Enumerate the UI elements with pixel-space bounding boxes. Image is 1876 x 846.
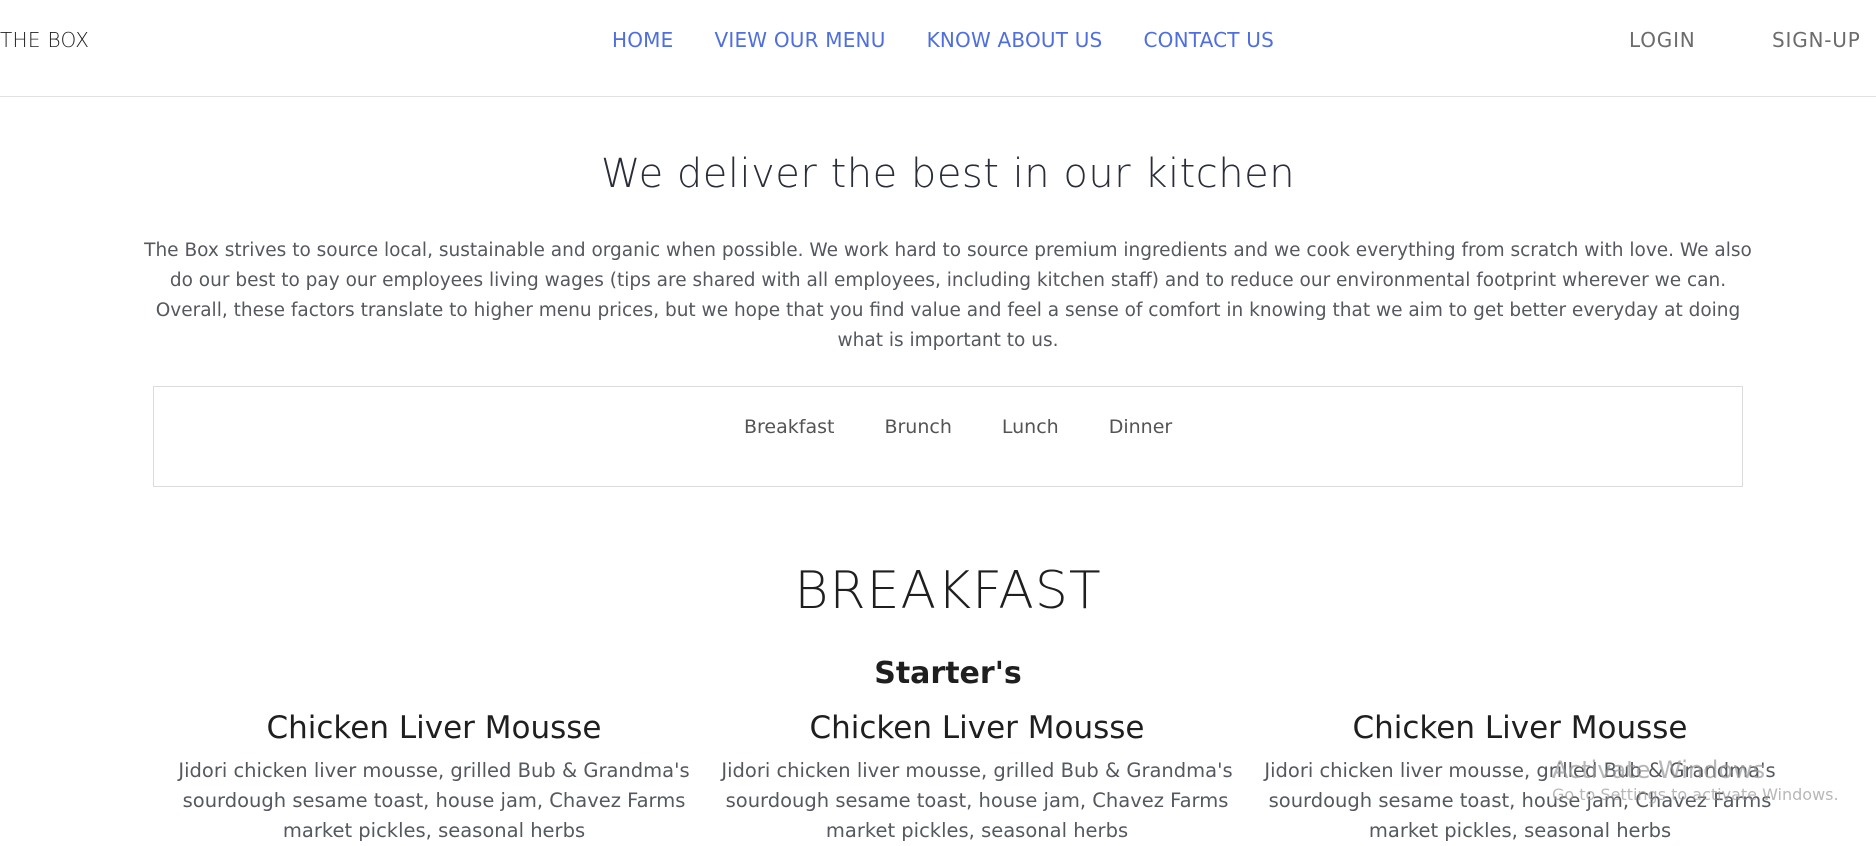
- subsection-title: Starter's: [874, 656, 1022, 691]
- tab-dinner[interactable]: Dinner: [1109, 416, 1173, 438]
- menu-tab-bar: Breakfast Brunch Lunch Dinner: [153, 386, 1743, 487]
- brand-logo[interactable]: THE BOX: [0, 28, 89, 52]
- section-title: BREAKFAST: [794, 561, 1102, 622]
- dish-description: Jidori chicken liver mousse, grilled Bub…: [178, 759, 690, 842]
- nav-contact-link[interactable]: CONTACT US: [1143, 28, 1274, 52]
- tab-breakfast[interactable]: Breakfast: [744, 416, 834, 438]
- signup-link[interactable]: SIGN-UP: [1772, 28, 1861, 52]
- dish-name: Chicken Liver Mousse: [266, 710, 602, 746]
- navbar: THE BOX HOME VIEW OUR MENU KNOW ABOUT US…: [0, 0, 1876, 97]
- dish-description: Jidori chicken liver mousse, grilled Bub…: [721, 759, 1233, 842]
- page-headline: We deliver the best in our kitchen: [600, 150, 1296, 197]
- dish-card: Chicken Liver Mousse Jidori chicken live…: [717, 710, 1237, 846]
- tab-brunch[interactable]: Brunch: [884, 416, 951, 438]
- nav-about-link[interactable]: KNOW ABOUT US: [927, 28, 1103, 52]
- dish-name: Chicken Liver Mousse: [809, 710, 1145, 746]
- main-nav: HOME VIEW OUR MENU KNOW ABOUT US CONTACT…: [612, 28, 1274, 52]
- menu-tab-list: Breakfast Brunch Lunch Dinner: [744, 416, 1172, 438]
- dish-card: Chicken Liver Mousse Jidori chicken live…: [1260, 710, 1780, 846]
- intro-paragraph: The Box strives to source local, sustain…: [144, 239, 1752, 351]
- dish-name: Chicken Liver Mousse: [1352, 710, 1688, 746]
- tab-lunch[interactable]: Lunch: [1002, 416, 1059, 438]
- nav-home-link[interactable]: HOME: [612, 28, 673, 52]
- nav-menu-link[interactable]: VIEW OUR MENU: [714, 28, 885, 52]
- dish-card: Chicken Liver Mousse Jidori chicken live…: [174, 710, 694, 846]
- dish-description: Jidori chicken liver mousse, grilled Bub…: [1264, 759, 1776, 842]
- login-link[interactable]: LOGIN: [1629, 28, 1696, 52]
